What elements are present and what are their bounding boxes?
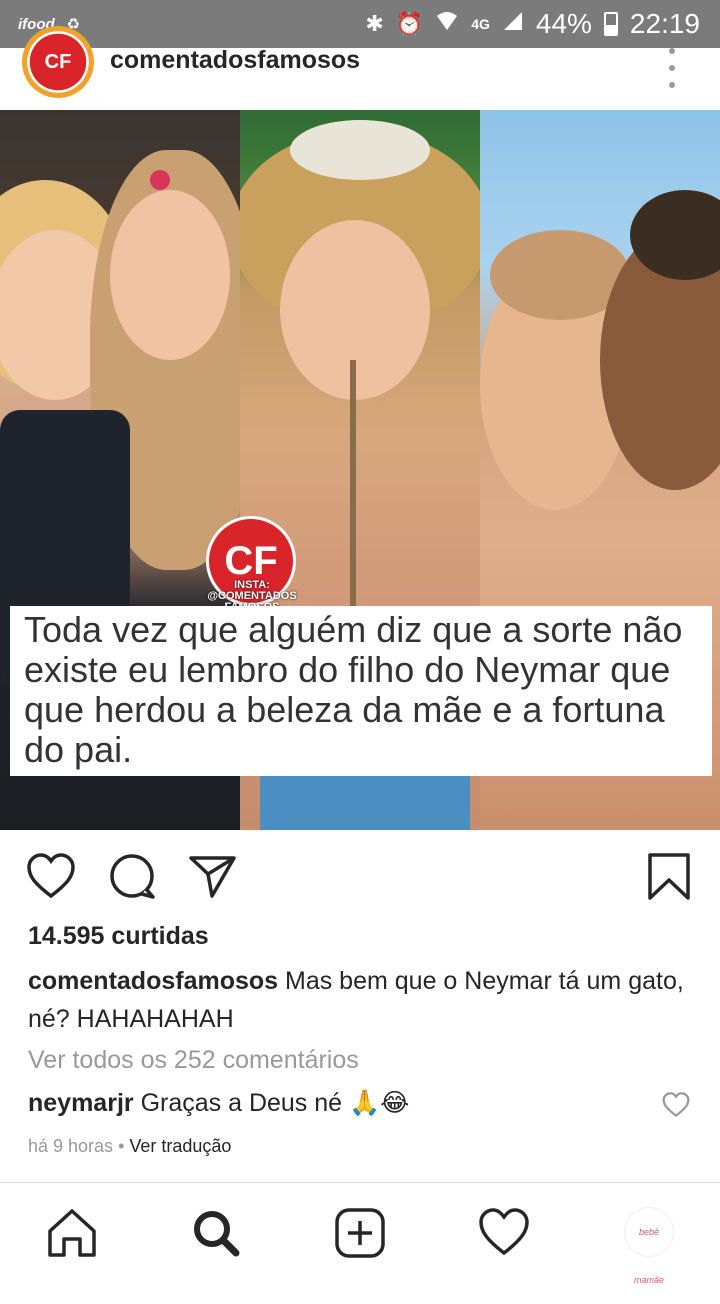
bookmark-save-icon[interactable] <box>646 852 696 902</box>
comment-like-heart-icon[interactable] <box>662 1092 690 1118</box>
caption-username[interactable]: comentadosfamosos <box>28 967 278 995</box>
comment-bubble-icon[interactable] <box>108 852 158 902</box>
view-all-comments-link[interactable]: Ver todos os 252 comentários <box>28 1046 359 1075</box>
new-post-plus-icon[interactable] <box>332 1205 388 1261</box>
battery-icon <box>603 12 618 36</box>
translate-link[interactable]: Ver tradução <box>129 1136 231 1156</box>
post-header: CF comentadosfamosos <box>0 26 720 110</box>
status-bar: ifood ♻ ✱ ⏰ 4G 44% 22:19 <box>0 0 720 48</box>
like-heart-icon[interactable] <box>26 852 76 902</box>
signal-icon <box>502 10 524 38</box>
image-caption-text: Toda vez que alguém diz que a sorte não … <box>10 606 712 776</box>
status-right: ✱ ⏰ 4G 44% 22:19 <box>365 8 700 40</box>
bottom-nav: bebê mamãe <box>0 1182 720 1285</box>
comment-username[interactable]: neymarjr <box>28 1089 134 1117</box>
network-type: 4G <box>471 16 490 32</box>
post-actions <box>0 840 720 910</box>
likes-count[interactable]: 14.595 curtidas <box>28 922 209 951</box>
post-meta: há 9 horas • Ver tradução <box>28 1136 231 1157</box>
wifi-icon <box>435 10 459 38</box>
meta-separator: • <box>113 1136 130 1156</box>
search-icon[interactable] <box>188 1205 244 1261</box>
profile-avatar[interactable]: bebê mamãe <box>624 1207 674 1285</box>
clock: 22:19 <box>629 8 700 39</box>
comment-text: Graças a Deus né 🙏😂 <box>133 1089 410 1117</box>
post-caption: comentadosfamosos Mas bem que o Neymar t… <box>28 962 698 1038</box>
bluetooth-icon: ✱ <box>365 11 384 36</box>
share-send-icon[interactable] <box>188 852 238 902</box>
home-icon[interactable] <box>44 1205 100 1261</box>
activity-heart-icon[interactable] <box>476 1205 532 1261</box>
avatar-logo: CF <box>40 44 76 80</box>
alarm-icon: ⏰ <box>395 11 424 36</box>
comment-item: neymarjr Graças a Deus né 🙏😂 <box>28 1088 668 1118</box>
post-image[interactable]: CF INSTA: @COMENTADOS FAMOSOS Toda vez q… <box>0 110 720 830</box>
post-username[interactable]: comentadosfamosos <box>110 46 360 75</box>
battery-percent: 44% <box>535 8 592 39</box>
more-options-icon[interactable] <box>660 48 684 88</box>
post-time: há 9 horas <box>28 1136 114 1156</box>
avatar[interactable]: CF <box>22 26 94 98</box>
